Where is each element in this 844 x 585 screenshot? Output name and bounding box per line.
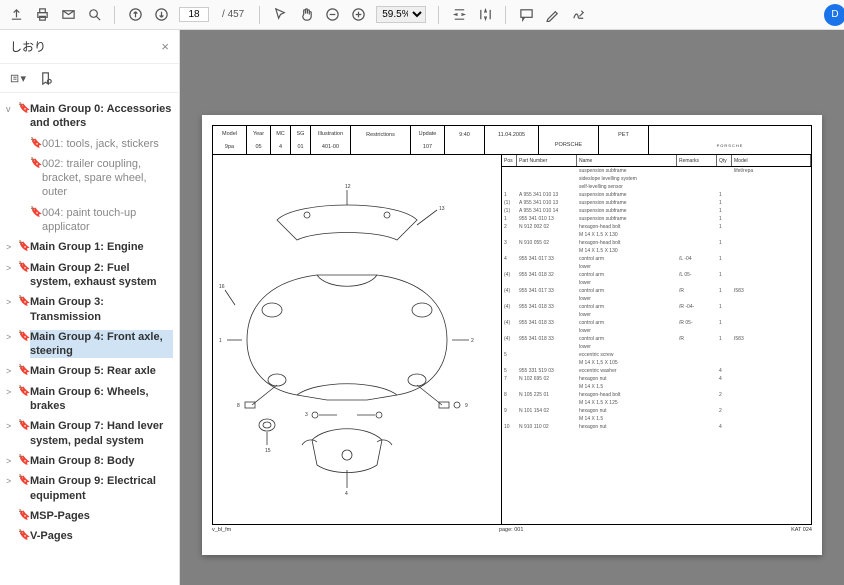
table-row: (1)A 955 341 010 14suspension subframe1: [502, 207, 811, 215]
bookmark-item[interactable]: 🔖V-Pages: [4, 526, 175, 546]
document-viewport[interactable]: Model9paYear05MC4SG01Illustration401-00R…: [180, 30, 844, 585]
svg-text:9: 9: [465, 403, 468, 409]
sidebar-title: しおり: [10, 38, 46, 55]
table-row: 1A 955 341 010 13suspension subframe1: [502, 191, 811, 199]
table-row: 7N 102 695 02hexagon nut4: [502, 375, 811, 383]
bookmark-item[interactable]: 🔖002: trailer coupling, bracket, spare w…: [4, 154, 175, 203]
bookmark-item[interactable]: >🔖Main Group 4: Front axle, steering: [4, 327, 175, 362]
bookmark-item[interactable]: 🔖MSP-Pages: [4, 506, 175, 526]
table-row: suspension subframelifet/repa: [502, 167, 811, 175]
bookmark-item[interactable]: >🔖Main Group 8: Body: [4, 451, 175, 471]
bookmark-item[interactable]: 🔖001: tools, jack, stickers: [4, 134, 175, 154]
close-icon[interactable]: ×: [161, 39, 169, 54]
table-row: (4)955 341 018 33control arm/R -04-1: [502, 303, 811, 311]
illustration-panel: 13 12 1 2 15 16: [212, 155, 502, 525]
svg-text:13: 13: [439, 206, 445, 212]
page-number-input[interactable]: [179, 7, 209, 22]
table-row: 1955 341 010 13suspension subframe1: [502, 215, 811, 223]
table-row: 8N 105 225 01hexagon-head bolt2: [502, 391, 811, 399]
table-row: (4)955 341 018 33control arm/R1I583: [502, 335, 811, 343]
svg-text:1: 1: [219, 338, 222, 344]
bookmark-item[interactable]: 🔖004: paint touch-up applicator: [4, 203, 175, 238]
table-row: 2N 912 002 02hexagon-head bolt1: [502, 223, 811, 231]
table-row: 4955 341 017 33control arm/L -041: [502, 255, 811, 263]
table-row: M 14 X 1.5 X 130: [502, 247, 811, 255]
print-icon[interactable]: [34, 7, 50, 23]
svg-text:8: 8: [237, 403, 240, 409]
bookmark-item[interactable]: >🔖Main Group 1: Engine: [4, 237, 175, 257]
pointer-icon[interactable]: [272, 7, 288, 23]
table-row: M 14 X 1.5: [502, 383, 811, 391]
page-total: / 457: [219, 9, 247, 20]
fit-page-icon[interactable]: [477, 7, 493, 23]
zoom-out-icon[interactable]: [324, 7, 340, 23]
table-row: lower: [502, 311, 811, 319]
table-row: self-levelling sensor: [502, 183, 811, 191]
zoom-in-icon[interactable]: [350, 7, 366, 23]
svg-text:2: 2: [471, 338, 474, 344]
table-row: (4)955 341 018 32control arm/L 05-1: [502, 271, 811, 279]
table-row: M 14 X 1.5 X 130: [502, 231, 811, 239]
table-row: M 14 X 1.5 X 125: [502, 399, 811, 407]
table-row: lower: [502, 295, 811, 303]
doc-header: Model9paYear05MC4SG01Illustration401-00R…: [212, 125, 812, 155]
bookmark-item[interactable]: v🔖Main Group 0: Accessories and others: [4, 99, 175, 134]
bookmark-tree: v🔖Main Group 0: Accessories and others🔖0…: [0, 93, 179, 585]
svg-text:15: 15: [265, 448, 271, 454]
bookmark-item[interactable]: >🔖Main Group 2: Fuel system, exhaust sys…: [4, 258, 175, 293]
table-row: M 14 X 1.5: [502, 415, 811, 423]
table-row: 3N 910 055 02hexagon-head bolt1: [502, 239, 811, 247]
last-page-icon[interactable]: [153, 7, 169, 23]
bookmark-item[interactable]: >🔖Main Group 9: Electrical equipment: [4, 471, 175, 506]
table-row: lower: [502, 327, 811, 335]
fit-width-icon[interactable]: [451, 7, 467, 23]
table-row: 5eccentric screw: [502, 351, 811, 359]
top-toolbar: / 457 59.5% D: [0, 0, 844, 30]
table-row: 10N 910 110 02hexagon nut4: [502, 423, 811, 431]
mail-icon[interactable]: [60, 7, 76, 23]
view-options-icon[interactable]: ▾: [10, 70, 26, 86]
hand-icon[interactable]: [298, 7, 314, 23]
table-row: M 14 X 1,5 X 105: [502, 359, 811, 367]
table-row: (1)A 955 341 010 13suspension subframe1: [502, 199, 811, 207]
svg-text:12: 12: [345, 184, 351, 190]
document-page: Model9paYear05MC4SG01Illustration401-00R…: [202, 115, 822, 555]
table-row: sideslope levelling system: [502, 175, 811, 183]
bookmark-find-icon[interactable]: [38, 70, 54, 86]
table-row: 9N 101 154 02hexagon nut2: [502, 407, 811, 415]
bookmark-item[interactable]: >🔖Main Group 3: Transmission: [4, 292, 175, 327]
upload-icon[interactable]: [8, 7, 24, 23]
table-row: lower: [502, 343, 811, 351]
table-row: (4)955 341 018 33control arm/R 05-1: [502, 319, 811, 327]
svg-text:4: 4: [345, 491, 348, 497]
comment-icon[interactable]: [518, 7, 534, 23]
pencil-icon[interactable]: [544, 7, 560, 23]
table-row: (4)955 341 017 33control arm/R1I583: [502, 287, 811, 295]
bookmarks-sidebar: しおり × ▾ v🔖Main Group 0: Accessories and …: [0, 30, 180, 585]
sign-icon[interactable]: [570, 7, 586, 23]
parts-table: PosPart NumberNameRemarksQtyModel suspen…: [502, 155, 812, 525]
table-row: 5955 331 519 03eccentric washer4: [502, 367, 811, 375]
first-page-icon[interactable]: [127, 7, 143, 23]
search-icon[interactable]: [86, 7, 102, 23]
svg-text:3: 3: [305, 412, 308, 418]
bookmark-item[interactable]: >🔖Main Group 6: Wheels, brakes: [4, 382, 175, 417]
table-row: lower: [502, 279, 811, 287]
svg-text:16: 16: [219, 284, 225, 290]
bookmark-item[interactable]: >🔖Main Group 5: Rear axle: [4, 361, 175, 381]
zoom-select[interactable]: 59.5%: [376, 6, 426, 23]
doc-footer: v_bl_fmpage: 001KAT 024: [212, 525, 812, 533]
table-row: lower: [502, 263, 811, 271]
bookmark-item[interactable]: >🔖Main Group 7: Hand lever system, pedal…: [4, 416, 175, 451]
profile-badge[interactable]: D: [824, 4, 844, 26]
